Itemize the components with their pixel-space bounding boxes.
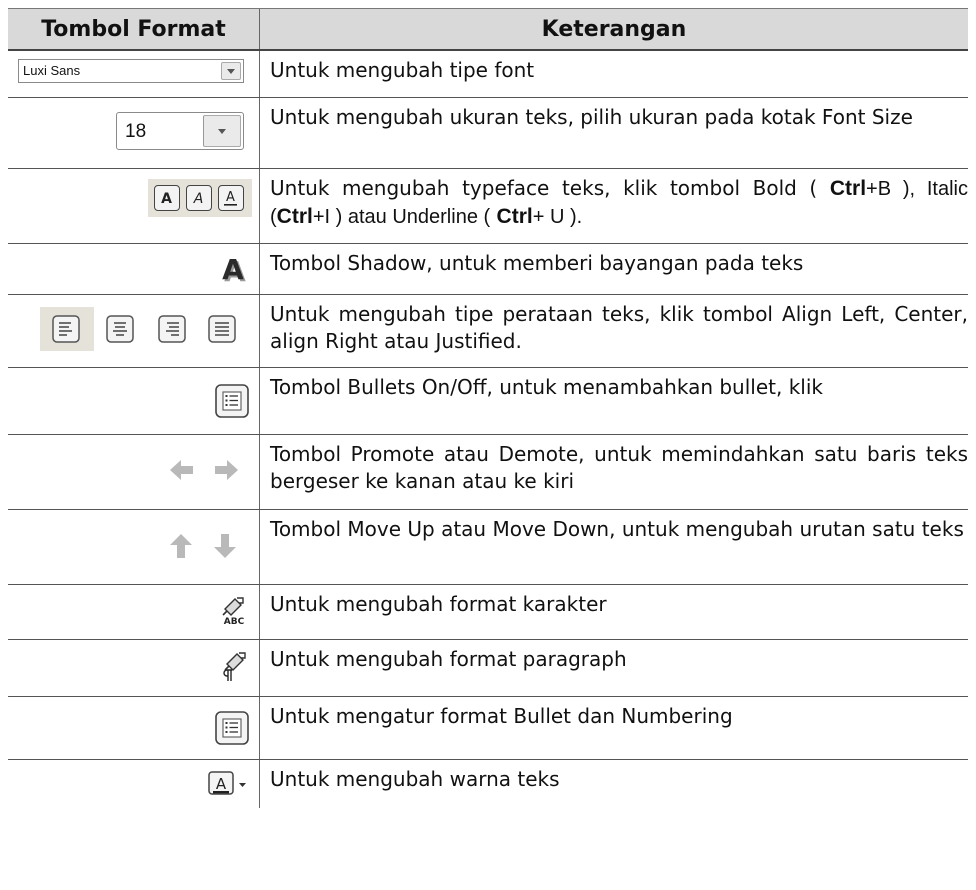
header-keterangan: Keterangan (541, 16, 687, 42)
cell-paragraph-format (8, 640, 260, 696)
bold-icon[interactable]: A (154, 185, 180, 211)
table-row: Tombol Move Up atau Move Down, untuk men… (8, 510, 968, 585)
move-down-icon[interactable] (212, 532, 238, 560)
format-buttons-table: Tombol Format Keterangan Luxi Sans Untuk… (8, 8, 968, 808)
desc-typeface: Untuk mengubah typeface teks, klik tombo… (260, 169, 968, 243)
italic-icon[interactable]: A (186, 185, 212, 211)
italic-letter: A (193, 191, 204, 207)
cell-shadow: A A (8, 244, 260, 294)
table-row: Untuk mengubah format paragraph (8, 640, 968, 697)
character-format-icon[interactable]: ABC (219, 595, 249, 625)
cell-font-size: 18 (8, 98, 260, 168)
table-row: A Untuk mengubah warna teks (8, 760, 968, 808)
cell-character-format: ABC (8, 585, 260, 639)
dropdown-icon[interactable] (221, 62, 241, 80)
underline-letter: A (226, 190, 235, 205)
table-row: ABC Untuk mengubah format karakter (8, 585, 968, 640)
dropdown-icon[interactable] (203, 115, 241, 147)
font-name-value: Luxi Sans (23, 63, 81, 78)
cell-bullet-numbering (8, 697, 260, 759)
desc-bullets: Tombol Bullets On/Off, untuk menambahkan… (270, 375, 823, 399)
desc-character-format: Untuk mengubah format karakter (270, 592, 607, 616)
desc-font-size: Untuk mengubah ukuran teks, pilih ukuran… (270, 105, 913, 129)
typeface-text-3: +I ) atau Underline ( (312, 206, 491, 228)
promote-icon[interactable] (168, 457, 196, 483)
desc-promote-demote: Tombol Promote atau Demote, untuk memind… (270, 442, 968, 493)
paragraph-format-icon[interactable] (219, 650, 249, 682)
shadow-icon-letter: A (222, 253, 244, 285)
desc-paragraph-format: Untuk mengubah format paragraph (270, 647, 627, 671)
table-row: 18 Untuk mengubah ukuran teks, pilih uku… (8, 98, 968, 169)
font-color-icon[interactable]: A (208, 770, 250, 800)
typeface-text-1: Untuk mengubah typeface teks, klik tombo… (270, 176, 818, 200)
font-size-dropdown[interactable]: 18 (116, 112, 244, 150)
desc-bullet-numbering: Untuk mengatur format Bullet dan Numberi… (270, 704, 733, 728)
bullet-numbering-icon[interactable] (215, 711, 249, 745)
cell-alignment (8, 295, 260, 367)
cell-promote-demote (8, 435, 260, 509)
table-row: Tombol Bullets On/Off, untuk menambahkan… (8, 368, 968, 435)
ctrl-key-1: Ctrl (829, 177, 867, 200)
character-format-label: ABC (224, 617, 245, 625)
font-size-value: 18 (125, 121, 147, 142)
table-row: Tombol Promote atau Demote, untuk memind… (8, 435, 968, 510)
table-row: A A Tombol Shadow, untuk memberi bayanga… (8, 244, 968, 295)
desc-alignment: Untuk mengubah tipe perataan teks, klik … (270, 302, 968, 353)
cell-bullets (8, 368, 260, 434)
cell-font-name: Luxi Sans (8, 51, 260, 97)
font-color-letter: A (216, 775, 227, 793)
table-row: A A A Untuk mengubah typeface teks, klik… (8, 169, 968, 244)
desc-move-up-down: Tombol Move Up atau Move Down, untuk men… (270, 517, 964, 541)
align-center-icon[interactable] (106, 315, 134, 343)
ctrl-key-3: Ctrl (496, 205, 533, 228)
table-row: Untuk mengubah tipe perataan teks, klik … (8, 295, 968, 368)
cell-font-color: A (8, 760, 260, 808)
cell-typeface: A A A (8, 169, 260, 243)
align-left-icon[interactable] (52, 315, 80, 343)
font-name-dropdown[interactable]: Luxi Sans (18, 59, 244, 83)
table-header: Tombol Format Keterangan (8, 8, 968, 51)
desc-shadow: Tombol Shadow, untuk memberi bayangan pa… (270, 251, 804, 275)
justify-icon[interactable] (208, 315, 236, 343)
align-right-icon[interactable] (158, 315, 186, 343)
table-row: Luxi Sans Untuk mengubah tipe font (8, 51, 968, 98)
underline-icon[interactable]: A (218, 185, 244, 211)
ctrl-key-2: Ctrl (276, 205, 313, 228)
shadow-icon[interactable]: A A (217, 253, 249, 285)
typeface-text-4: + U ). (532, 206, 583, 228)
header-tombol-format: Tombol Format (8, 9, 260, 49)
bullets-icon[interactable] (215, 384, 249, 418)
table-row: Untuk mengatur format Bullet dan Numberi… (8, 697, 968, 760)
cell-move-up-down (8, 510, 260, 584)
move-up-icon[interactable] (168, 532, 194, 560)
bold-letter: A (161, 191, 172, 207)
desc-font-color: Untuk mengubah warna teks (270, 767, 560, 791)
desc-font-type: Untuk mengubah tipe font (270, 58, 535, 82)
demote-icon[interactable] (212, 457, 240, 483)
